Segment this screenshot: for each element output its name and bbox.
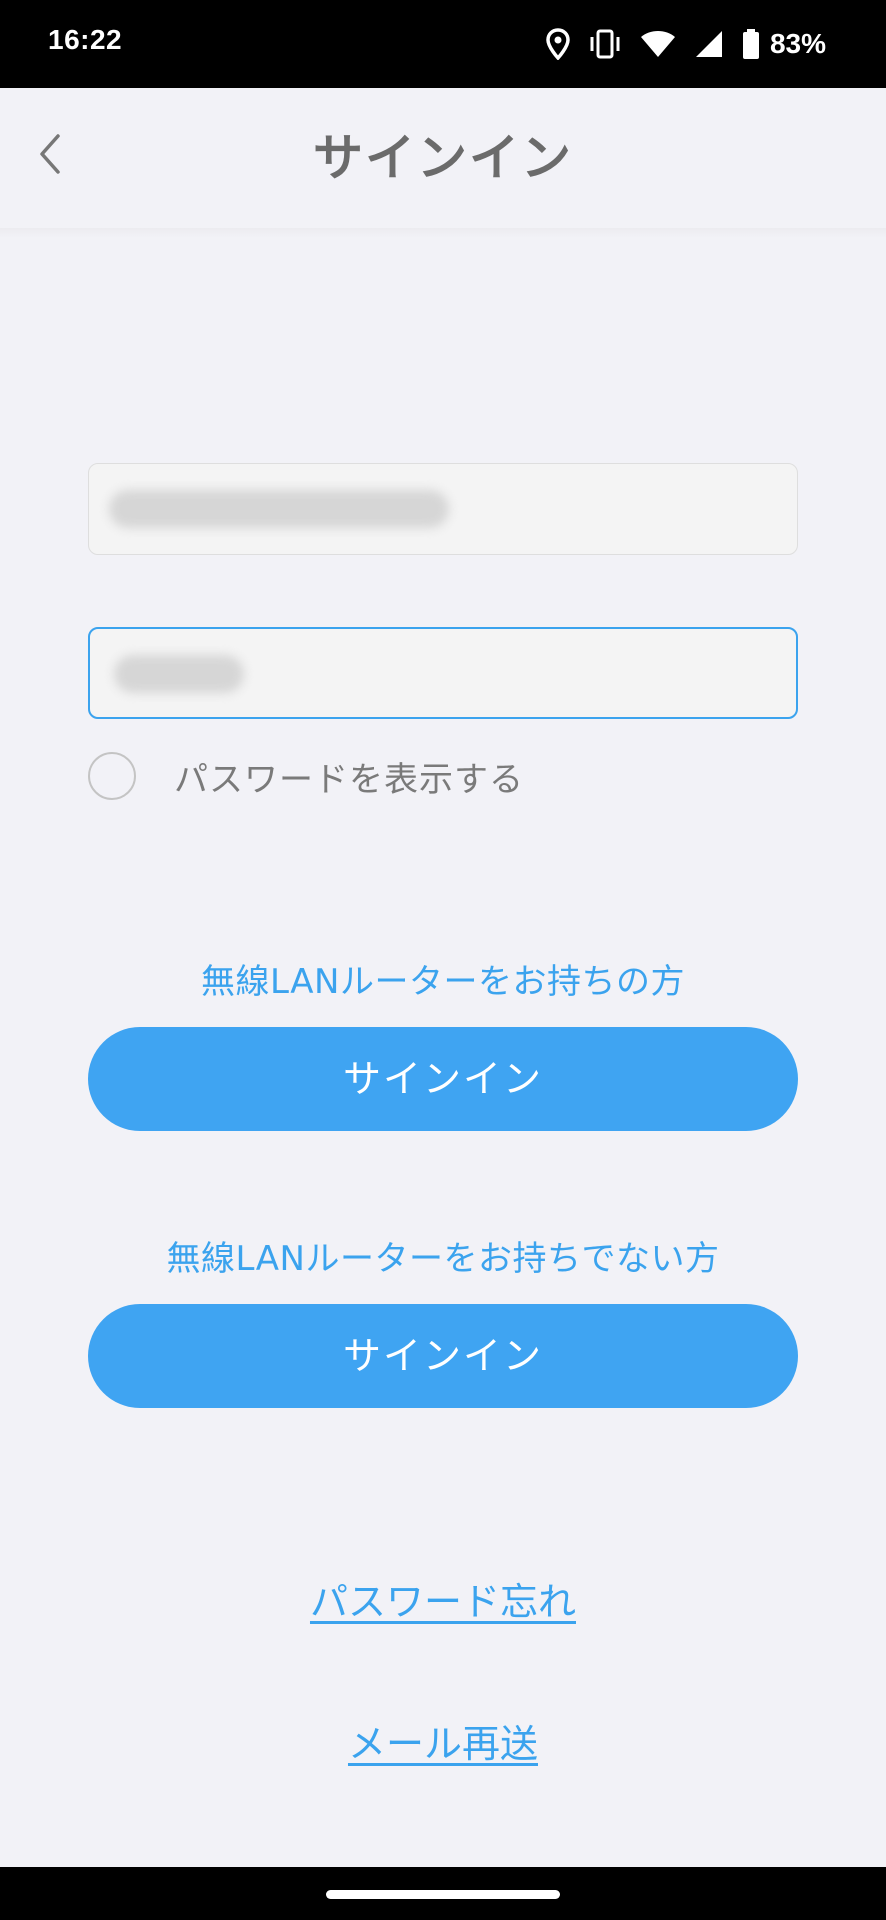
show-password-checkbox[interactable] — [88, 752, 136, 800]
battery-icon — [742, 29, 760, 59]
router-owner-label: 無線LANルーターをお持ちの方 — [201, 962, 685, 1002]
resend-email-link[interactable]: メール再送 — [0, 1713, 886, 1768]
show-password-label: パスワードを表示する — [174, 759, 524, 800]
email-value-redacted — [109, 490, 449, 528]
status-bar: 16:22 83% — [0, 0, 886, 88]
status-time: 16:22 — [48, 24, 123, 55]
header-divider — [0, 228, 886, 238]
show-password-toggle[interactable]: パスワードを表示する — [88, 749, 524, 803]
signin-button-router-owner[interactable]: サインイン — [88, 1027, 798, 1131]
location-icon — [546, 28, 570, 60]
wifi-icon — [640, 29, 676, 59]
signal-icon — [694, 29, 724, 59]
password-field[interactable] — [88, 627, 798, 719]
header: サインイン — [0, 88, 886, 228]
forgot-password-link[interactable]: パスワード忘れ — [0, 1571, 886, 1626]
status-icons: 83% — [546, 24, 826, 64]
home-indicator[interactable] — [326, 1890, 560, 1899]
vibrate-icon — [588, 29, 622, 59]
password-value-redacted — [114, 655, 244, 693]
email-field[interactable] — [88, 463, 798, 555]
no-router-label: 無線LANルーターをお持ちでない方 — [166, 1239, 720, 1279]
battery-percent: 83% — [769, 28, 826, 59]
page-title: サインイン — [313, 129, 573, 187]
navigation-bar — [0, 1867, 886, 1920]
signin-button-no-router[interactable]: サインイン — [88, 1304, 798, 1408]
